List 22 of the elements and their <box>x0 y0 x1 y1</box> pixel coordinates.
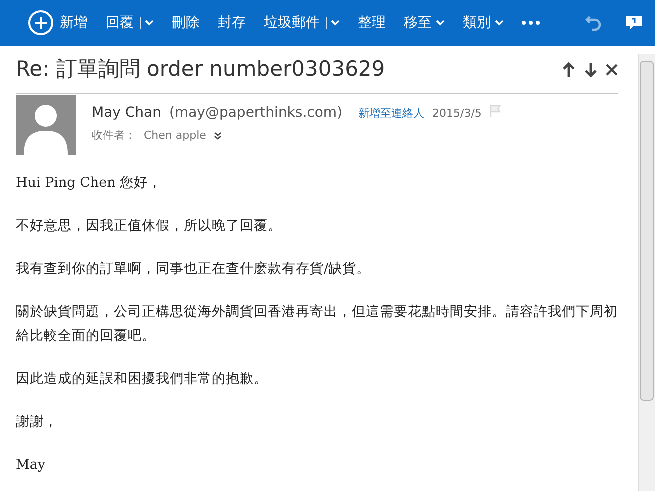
body-paragraph: 謝謝， <box>16 413 59 432</box>
sender-name: May Chan <box>92 104 162 123</box>
body-paragraph: May <box>16 456 46 475</box>
sender-email: (may@paperthinks.com) <box>170 104 343 123</box>
toolbar-button[interactable]: 垃圾郵件 <box>260 0 344 46</box>
body-paragraph: 不好意思，因我正值休假，所以晚了回覆。 <box>16 217 283 236</box>
body-paragraph: 我有查到你的訂單啊，同事也正在查什麽款有存貨/缺貨。 <box>16 260 372 279</box>
body-paragraph: 因此造成的延誤和困擾我們非常的抱歉。 <box>16 370 269 389</box>
body-paragraph: 關於缺貨問題，公司正構思從海外調貨回香港再寄出，但這需要花點時間安排。請容許我們下周初給比較全面的回覆吧。 <box>16 303 619 346</box>
new-button[interactable]: 新增 <box>24 0 92 46</box>
toolbar-button[interactable]: 類別 <box>459 0 508 46</box>
body-paragraph: Hui Ping Chen 您好， <box>16 174 164 193</box>
subject-title: Re: 訂單詢問 order number0303629 <box>16 56 386 83</box>
add-contact-link[interactable]: 新增至連絡人 <box>358 106 425 122</box>
to-label: 收件者： <box>92 128 136 144</box>
toolbar-button[interactable]: 封存 <box>214 0 250 46</box>
toolbar-button[interactable]: 移至 <box>400 0 449 46</box>
toolbar-button[interactable]: 整理 <box>354 0 390 46</box>
toolbar-button[interactable]: 刪除 <box>168 0 204 46</box>
toolbar-button[interactable]: 回覆 <box>102 0 158 46</box>
date-text: 2015/3/5 <box>432 106 482 122</box>
recipient-name: Chen apple <box>144 128 206 144</box>
